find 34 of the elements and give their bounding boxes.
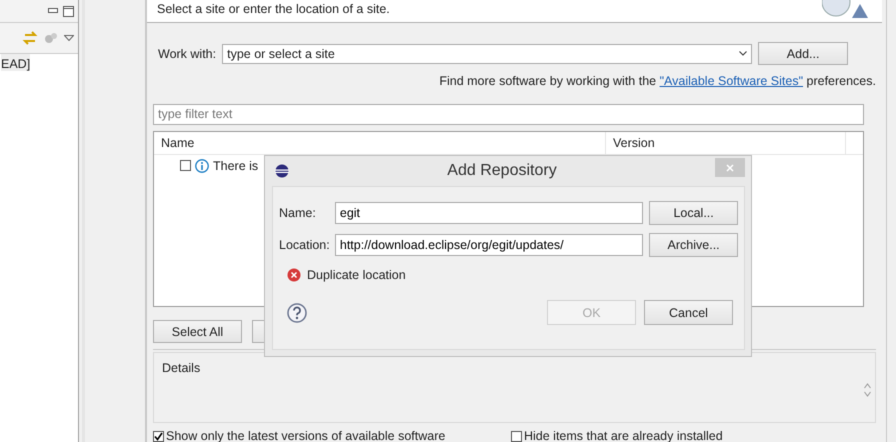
checkbox[interactable]: [153, 430, 164, 442]
row-text[interactable]: There is: [213, 158, 258, 173]
maximize-icon[interactable]: [63, 6, 74, 16]
work-with-label: Work with:: [158, 46, 216, 61]
error-message: Duplicate location: [307, 268, 406, 282]
checkbox[interactable]: [511, 430, 522, 442]
error-icon: [287, 268, 301, 282]
input-field[interactable]: egit: [334, 202, 644, 224]
chevron-icon: [739, 51, 748, 56]
dropdown-icon[interactable]: [64, 35, 74, 41]
hint-text: Find more software by working with the "Available Software Sites" preferences.: [439, 74, 876, 88]
column-header[interactable]: Name: [154, 132, 606, 154]
help-icon[interactable]: [287, 302, 307, 322]
close-icon: [726, 164, 734, 172]
field-label: Location:: [279, 238, 331, 252]
tree-item[interactable]: EAD]: [1, 54, 30, 71]
details-title: Details: [162, 361, 200, 378]
software-sites-link[interactable]: "Available Software Sites": [660, 74, 804, 88]
input-field[interactable]: http://download.eclipse/org/egit/updates/: [334, 234, 644, 256]
dialog-title: Add Repository: [446, 162, 558, 180]
checkbox[interactable]: [180, 160, 191, 172]
wizard-description: Select a site or enter the location of a site.: [157, 2, 390, 16]
select-all-button[interactable]: Select All: [153, 320, 242, 344]
filter-field[interactable]: type filter text: [153, 104, 864, 125]
eclipse-icon: [275, 164, 289, 178]
site-combo[interactable]: type or select a site: [222, 44, 752, 64]
dialog-button[interactable]: Cancel: [644, 300, 733, 325]
column-header[interactable]: Version: [606, 132, 846, 154]
minimize-icon[interactable]: [48, 8, 58, 14]
add-button[interactable]: Add...: [758, 42, 848, 66]
field-label: Name:: [279, 206, 317, 220]
info-icon: [195, 158, 209, 173]
browse-button[interactable]: Local...: [649, 201, 738, 225]
browse-button[interactable]: Archive...: [649, 233, 738, 257]
